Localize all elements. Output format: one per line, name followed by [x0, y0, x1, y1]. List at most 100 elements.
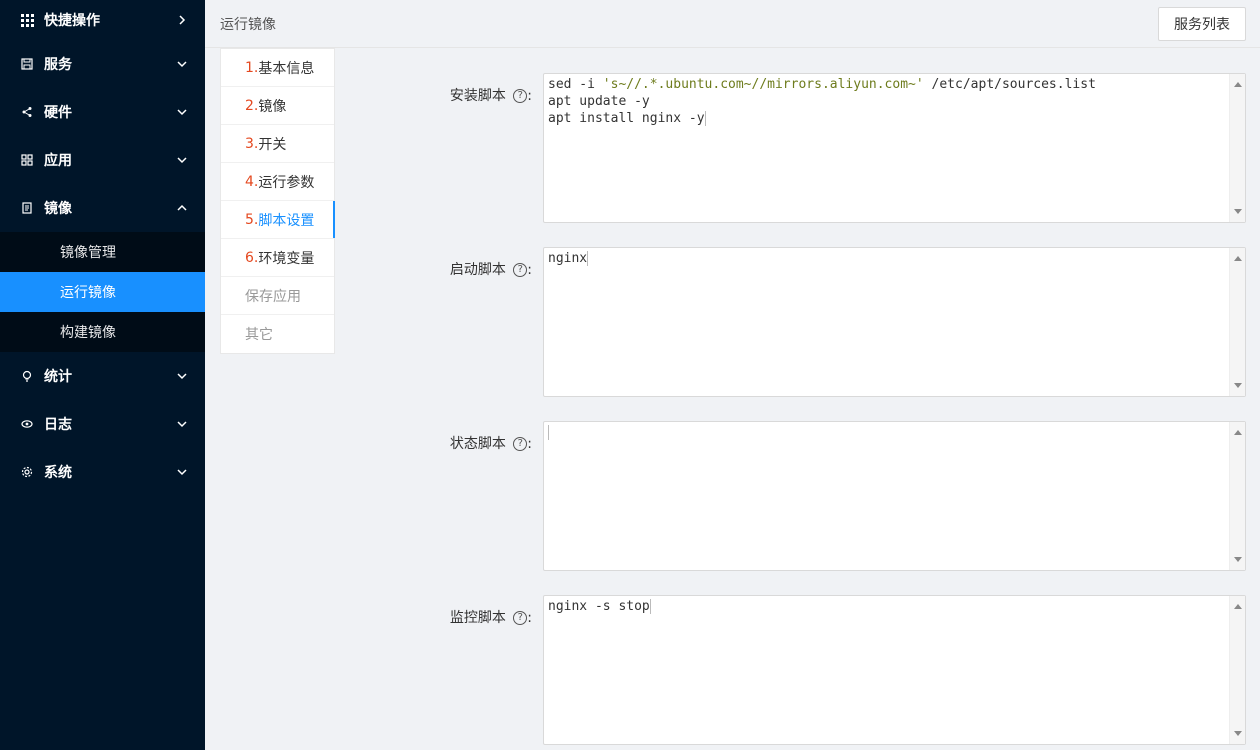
monitor-script-editor[interactable]: nginx -s stop	[543, 595, 1246, 745]
install-script-editor[interactable]: sed -i 's~//.*.ubuntu.com~//mirrors.aliy…	[543, 73, 1246, 223]
status-script-row: 状态脚本 ?:	[390, 421, 1246, 571]
scroll-up-icon[interactable]	[1234, 82, 1242, 87]
code-text: nginx -s stop	[548, 599, 650, 614]
monitor-script-label: 监控脚本 ?:	[390, 607, 540, 627]
menu-label: 硬件	[44, 105, 72, 121]
step-number: 5.	[245, 211, 259, 228]
monitor-script-row: 监控脚本 ?: nginx -s stop	[390, 595, 1246, 745]
step-run-params[interactable]: 4. 运行参数	[221, 163, 334, 201]
submenu-build-image[interactable]: 构建镜像	[0, 312, 205, 352]
colon: :	[527, 88, 532, 104]
scrollbar[interactable]	[1229, 74, 1245, 222]
scroll-up-icon[interactable]	[1234, 256, 1242, 261]
text-cursor	[649, 599, 651, 614]
scroll-down-icon[interactable]	[1234, 731, 1242, 736]
install-script-row: 安装脚本 ?: sed -i 's~//.*.ubuntu.com~//mirr…	[390, 73, 1246, 223]
step-number: 6.	[245, 249, 259, 266]
menu-apps[interactable]: 应用	[0, 136, 205, 184]
start-script-row: 启动脚本 ?: nginx	[390, 247, 1246, 397]
menu-statistics[interactable]: 统计	[0, 352, 205, 400]
step-label: 运行参数	[258, 174, 315, 191]
scroll-up-icon[interactable]	[1234, 430, 1242, 435]
bulb-icon	[20, 369, 34, 383]
install-script-code[interactable]: sed -i 's~//.*.ubuntu.com~//mirrors.aliy…	[548, 76, 1227, 127]
menu-quick-actions[interactable]: 快捷操作	[0, 0, 205, 40]
code-string: 's~//.*.ubuntu.com~//mirrors.aliyun.com~…	[602, 77, 924, 92]
install-script-label: 安装脚本 ?:	[390, 85, 540, 105]
menu-label: 镜像	[44, 201, 72, 217]
chevron-down-icon	[177, 469, 187, 476]
step-env-vars[interactable]: 6. 环境变量	[221, 239, 334, 277]
menu-system[interactable]: 系统	[0, 448, 205, 496]
code-text: /etc/apt/sources.list	[923, 77, 1096, 92]
submenu-run-image[interactable]: 运行镜像	[0, 272, 205, 312]
help-icon[interactable]: ?	[513, 437, 528, 451]
service-list-button[interactable]: 服务列表	[1158, 7, 1246, 41]
gear-icon	[20, 465, 34, 479]
step-script-settings[interactable]: 5. 脚本设置	[221, 201, 335, 239]
text-cursor	[704, 111, 706, 126]
text-cursor	[587, 251, 589, 266]
share-icon	[20, 105, 34, 119]
step-label: 环境变量	[258, 250, 315, 267]
apps-icon	[20, 153, 34, 167]
step-label: 基本信息	[258, 60, 315, 77]
page-header: 运行镜像 服务列表	[205, 0, 1260, 48]
step-image[interactable]: 2. 镜像	[221, 87, 334, 125]
scroll-down-icon[interactable]	[1234, 209, 1242, 214]
scrollbar[interactable]	[1229, 596, 1245, 744]
menu-label: 日志	[44, 417, 72, 433]
field-label-text: 安装脚本	[449, 88, 506, 104]
step-label: 保存应用	[245, 288, 301, 305]
menu-logs[interactable]: 日志	[0, 400, 205, 448]
chevron-down-icon	[177, 373, 187, 380]
menu-label: 服务	[44, 57, 72, 73]
step-number: 1.	[245, 59, 259, 76]
step-other[interactable]: 其它	[221, 315, 334, 353]
start-script-editor[interactable]: nginx	[543, 247, 1246, 397]
chevron-right-icon	[179, 15, 186, 25]
code-text: nginx	[548, 251, 588, 266]
help-icon[interactable]: ?	[513, 263, 528, 277]
menu-label: 系统	[44, 465, 72, 481]
help-icon[interactable]: ?	[513, 89, 528, 103]
sidebar: 快捷操作 服务 硬件 应用 镜像 镜像管理 运行镜像 构建镜像 统计 日志 系统	[0, 0, 205, 750]
scrollbar[interactable]	[1229, 248, 1245, 396]
step-number: 4.	[245, 173, 259, 190]
code-text: apt update -y	[548, 94, 650, 109]
colon: :	[527, 610, 532, 626]
file-icon	[20, 201, 34, 215]
submenu-image-management[interactable]: 镜像管理	[0, 232, 205, 272]
start-script-code[interactable]: nginx	[548, 250, 1227, 267]
field-label-text: 启动脚本	[449, 262, 506, 278]
menu-hardware[interactable]: 硬件	[0, 88, 205, 136]
menu-label: 统计	[44, 369, 72, 385]
field-label-text: 监控脚本	[449, 610, 506, 626]
help-icon[interactable]: ?	[513, 611, 528, 625]
chevron-down-icon	[177, 109, 187, 116]
menu-services[interactable]: 服务	[0, 40, 205, 88]
scrollbar[interactable]	[1229, 422, 1245, 570]
status-script-code[interactable]	[548, 424, 1227, 441]
colon: :	[527, 436, 532, 452]
scroll-down-icon[interactable]	[1234, 557, 1242, 562]
step-save-app[interactable]: 保存应用	[221, 277, 334, 315]
step-label: 镜像	[258, 98, 287, 115]
grid-icon	[20, 13, 34, 27]
images-submenu: 镜像管理 运行镜像 构建镜像	[0, 232, 205, 352]
status-script-label: 状态脚本 ?:	[390, 433, 540, 453]
eye-icon	[20, 417, 34, 431]
page-title: 运行镜像	[220, 17, 276, 33]
step-number: 3.	[245, 135, 259, 152]
scroll-up-icon[interactable]	[1234, 604, 1242, 609]
step-basic-info[interactable]: 1. 基本信息	[221, 49, 334, 87]
menu-images[interactable]: 镜像	[0, 184, 205, 232]
text-cursor	[548, 425, 549, 440]
scroll-down-icon[interactable]	[1234, 383, 1242, 388]
status-script-editor[interactable]	[543, 421, 1246, 571]
chevron-down-icon	[177, 61, 187, 68]
menu-label: 快捷操作	[44, 13, 100, 29]
monitor-script-code[interactable]: nginx -s stop	[548, 598, 1227, 615]
chevron-down-icon	[177, 157, 187, 164]
step-switch[interactable]: 3. 开关	[221, 125, 334, 163]
